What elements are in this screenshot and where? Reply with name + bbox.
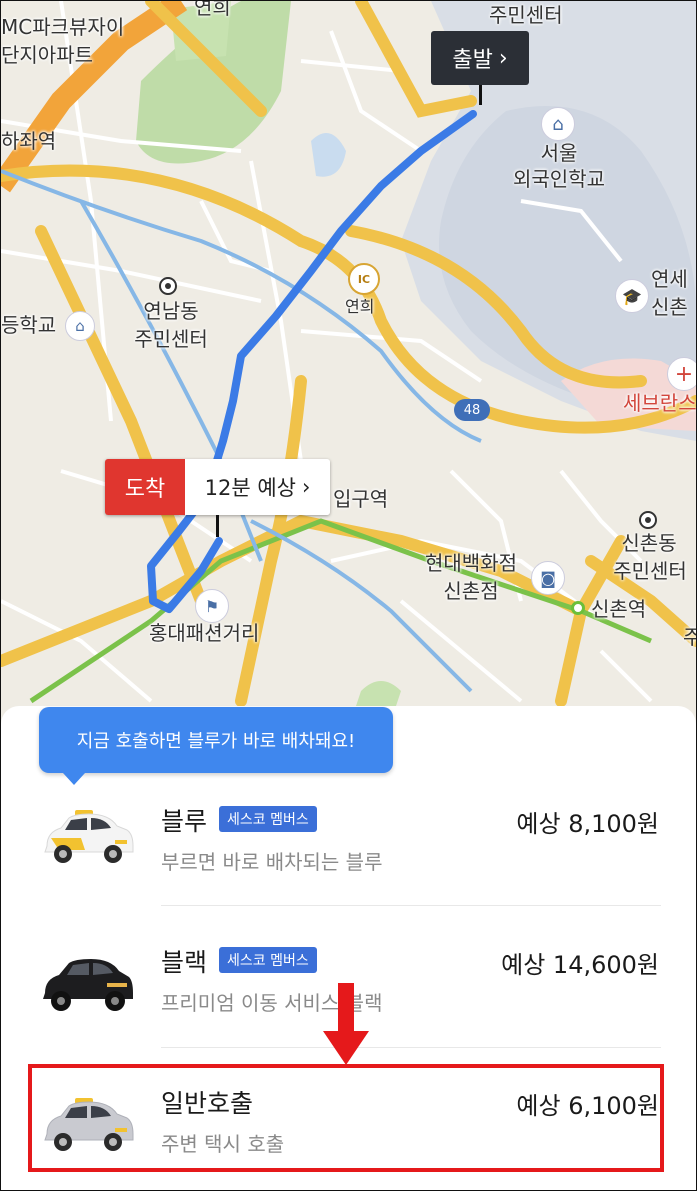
- highlight-box: [28, 1064, 664, 1172]
- down-arrow-icon: [323, 983, 369, 1065]
- map-label-ic-yeonhui: 연희: [345, 297, 375, 316]
- map-label-seoul-foreign-school-2: 외국인학교: [513, 167, 605, 191]
- ride-option-price: 예상 8,100원: [516, 810, 659, 838]
- station-icon[interactable]: [571, 601, 585, 615]
- map-label-severance: 세브란스: [623, 391, 697, 415]
- chevron-right-icon: ›: [301, 475, 311, 499]
- map-label-hyundai-2: 신촌점: [443, 579, 499, 603]
- map-label-sinchon-center-2: 주민센터: [613, 559, 687, 583]
- arrival-marker-stem: [216, 515, 219, 537]
- map-label-hyundai-1: 현대백화점: [425, 551, 517, 575]
- arrival-tag: 도착: [105, 459, 185, 515]
- map-label-school-left: 등학교: [1, 313, 57, 337]
- community-center-icon[interactable]: [639, 511, 657, 529]
- map-label-apartment-2: 단지아파트: [1, 43, 93, 67]
- black-car-icon: [43, 959, 133, 1011]
- map-view[interactable]: 연희 MC파크뷰자이 단지아파트 주민센터 하좌역 ⌂ 서울 외국인학교 IC …: [1, 1, 696, 761]
- ride-option-name: 블랙: [161, 948, 208, 977]
- start-marker-stem: [479, 85, 482, 105]
- school-icon[interactable]: ⌂: [65, 311, 95, 341]
- ride-option-name: 블루: [161, 807, 208, 836]
- chevron-right-icon: ›: [498, 45, 508, 71]
- map-label-hongdae-street: 홍대패션거리: [149, 621, 260, 645]
- map-label-yonsei-1: 연세: [651, 267, 688, 291]
- ride-option-description: 부르면 바로 배차되는 블루: [161, 850, 383, 874]
- divider: [161, 905, 661, 906]
- membership-badge: 세스코 멤버스: [219, 806, 317, 832]
- map-label-yeonnam-1: 연남동: [143, 299, 199, 323]
- graduation-cap-icon[interactable]: 🎓: [615, 279, 649, 313]
- community-center-icon[interactable]: [159, 277, 177, 295]
- hospital-icon[interactable]: +: [667, 357, 696, 391]
- app-frame: 연희 MC파크뷰자이 단지아파트 주민센터 하좌역 ⌂ 서울 외국인학교 IC …: [0, 0, 697, 1191]
- map-label-seoul-foreign-school-1: 서울: [540, 141, 578, 165]
- flag-icon[interactable]: ⚑: [195, 589, 229, 623]
- map-label-jumin-center-top: 주민센터: [489, 3, 563, 27]
- map-label-yeonnam-2: 주민센터: [134, 327, 208, 351]
- arrival-marker[interactable]: 도착 12분 예상 ›: [105, 459, 330, 515]
- map-label-sinchon-center-1: 신촌동: [621, 531, 677, 555]
- map-label-yeonhui-top: 연희: [194, 0, 231, 19]
- school-icon[interactable]: ⌂: [541, 107, 575, 141]
- map-label-station-left: 하좌역: [1, 129, 57, 153]
- map-label-apartment-1: MC파크뷰자이: [1, 15, 125, 39]
- divider: [161, 1047, 661, 1048]
- map-label-sinchon-station: 신촌역: [591, 597, 647, 621]
- arrival-eta-label: 12분 예상: [204, 476, 296, 500]
- ride-option-price: 예상 14,600원: [501, 951, 659, 979]
- map-label-yonsei-2: 신촌: [651, 295, 688, 319]
- start-marker[interactable]: 출발 ›: [431, 31, 529, 85]
- shopping-bag-icon[interactable]: ◙: [531, 561, 565, 595]
- membership-badge: 세스코 멤버스: [219, 947, 317, 973]
- dispatch-tooltip: 지금 호출하면 블루가 바로 배차돼요!: [39, 707, 393, 773]
- map-canvas[interactable]: [1, 1, 696, 761]
- start-marker-label: 출발: [452, 48, 493, 73]
- map-label-ju-right: 주: [683, 625, 696, 649]
- highway-48-badge: 48: [454, 399, 490, 421]
- blue-taxi-icon: [44, 810, 134, 863]
- map-label-hongik-station: 입구역: [333, 487, 389, 511]
- arrival-eta: 12분 예상 ›: [185, 459, 330, 515]
- tooltip-tail: [63, 773, 85, 785]
- ride-option-blue[interactable]: 블루 세스코 멤버스 예상 8,100원 부르면 바로 배차되는 블루: [1, 768, 696, 898]
- ic-marker: IC: [348, 263, 380, 295]
